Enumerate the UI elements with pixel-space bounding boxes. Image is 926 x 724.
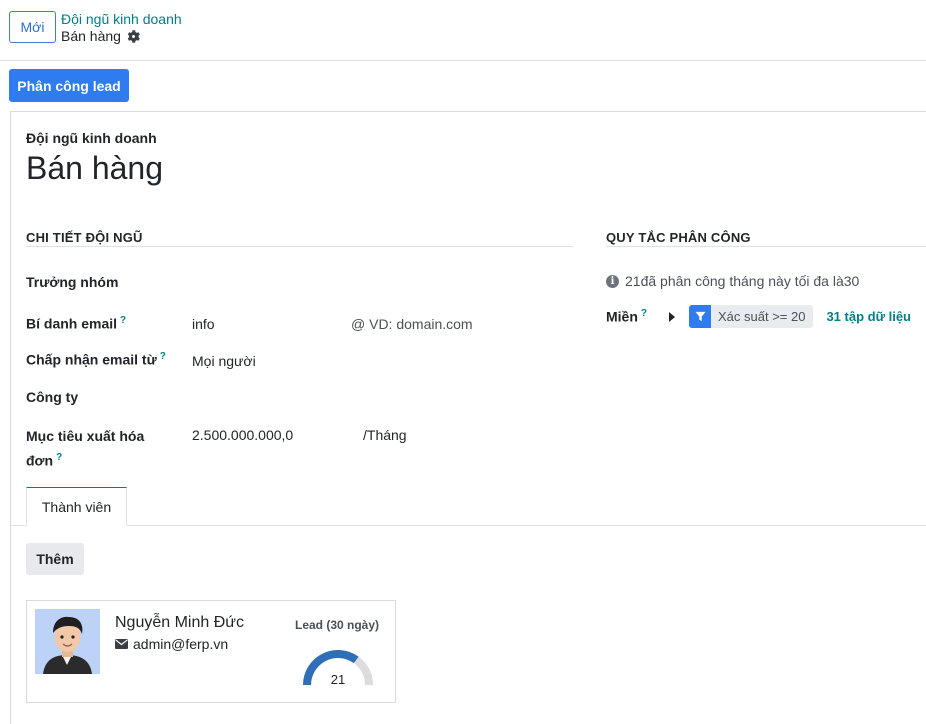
gear-icon[interactable] bbox=[127, 29, 140, 43]
invoice-target-label-line2: đơn bbox=[26, 452, 54, 469]
team-leader-label: Trưởng nhóm bbox=[26, 274, 119, 290]
control-panel: Mới Đội ngũ kinh doanh Bán hàng bbox=[0, 0, 926, 61]
invoice-target-label: Mục tiêu xuất hóa đơn? bbox=[26, 426, 144, 472]
domain-label-text: Miền bbox=[606, 308, 638, 325]
email-alias-field[interactable]: info bbox=[192, 316, 215, 332]
title-label: Đội ngũ kinh doanh bbox=[26, 130, 157, 146]
avatar bbox=[35, 609, 100, 674]
lead-gauge-value: 21 bbox=[331, 672, 345, 687]
domain-label: Miền? bbox=[606, 308, 647, 325]
member-email-text: admin@ferp.vn bbox=[133, 636, 229, 652]
assignment-info: i 21đã phân công tháng này tối đa là30 bbox=[606, 273, 859, 289]
breadcrumb-parent-link[interactable]: Đội ngũ kinh doanh bbox=[61, 11, 182, 27]
envelope-icon bbox=[115, 639, 128, 649]
lead-gauge-label: Lead (30 ngày) bbox=[295, 618, 380, 632]
member-email: admin@ferp.vn bbox=[115, 636, 228, 652]
email-alias-label: Bí danh email? bbox=[26, 315, 126, 332]
breadcrumb-current: Bán hàng bbox=[61, 28, 140, 44]
domain-filter-text: Xác suất >= 20 bbox=[718, 309, 806, 324]
domain-filter-chip[interactable]: Xác suất >= 20 bbox=[689, 305, 814, 328]
assignment-rules-divider bbox=[606, 246, 926, 247]
lead-gauge: 21 bbox=[303, 650, 373, 687]
accept-emails-select[interactable]: Mọi người bbox=[192, 353, 256, 369]
filter-icon bbox=[689, 305, 711, 328]
info-icon: i bbox=[606, 274, 619, 288]
tab-divider bbox=[10, 525, 926, 526]
domain-row: Miền? Xác suất >= 20 31 tập dữ liệu bbox=[606, 305, 911, 328]
domain-expand-caret-icon[interactable] bbox=[669, 311, 675, 322]
domain-help-icon[interactable]: ? bbox=[641, 308, 647, 319]
email-domain-field[interactable]: @ VD: domain.com bbox=[351, 316, 473, 332]
team-name-field[interactable]: Bán hàng bbox=[26, 150, 163, 187]
domain-records-link[interactable]: 31 tập dữ liệu bbox=[826, 309, 911, 324]
team-details-divider bbox=[26, 246, 573, 247]
assign-leads-button[interactable]: Phân công lead bbox=[9, 69, 129, 102]
company-field[interactable] bbox=[192, 389, 552, 407]
team-details-heading: CHI TIẾT ĐỘI NGŨ bbox=[26, 230, 143, 245]
team-leader-field[interactable] bbox=[192, 274, 552, 292]
member-name: Nguyễn Minh Đức bbox=[115, 614, 244, 631]
company-label: Công ty bbox=[26, 389, 79, 405]
assignment-info-text: 21đã phân công tháng này tối đa là30 bbox=[625, 273, 860, 289]
accept-emails-help-icon[interactable]: ? bbox=[160, 351, 166, 362]
add-member-button[interactable]: Thêm bbox=[26, 543, 84, 575]
invoice-target-unit: /Tháng bbox=[363, 427, 407, 443]
accept-emails-label: Chấp nhận email từ? bbox=[26, 351, 166, 368]
accept-emails-label-text: Chấp nhận email từ bbox=[26, 351, 157, 368]
email-alias-help-icon[interactable]: ? bbox=[120, 315, 126, 326]
breadcrumb-current-label: Bán hàng bbox=[61, 28, 121, 44]
member-card[interactable]: Nguyễn Minh Đức admin@ferp.vn Lead (30 n… bbox=[26, 600, 396, 703]
invoice-target-field[interactable]: 2.500.000.000,00 bbox=[192, 427, 293, 443]
tab-members[interactable]: Thành viên bbox=[26, 487, 127, 526]
assignment-rules-heading: QUY TẮC PHÂN CÔNG bbox=[606, 230, 751, 245]
new-button[interactable]: Mới bbox=[9, 11, 56, 43]
email-alias-label-text: Bí danh email bbox=[26, 315, 118, 332]
invoice-target-label-line1: Mục tiêu xuất hóa bbox=[26, 428, 145, 444]
invoice-target-help-icon[interactable]: ? bbox=[56, 452, 62, 463]
